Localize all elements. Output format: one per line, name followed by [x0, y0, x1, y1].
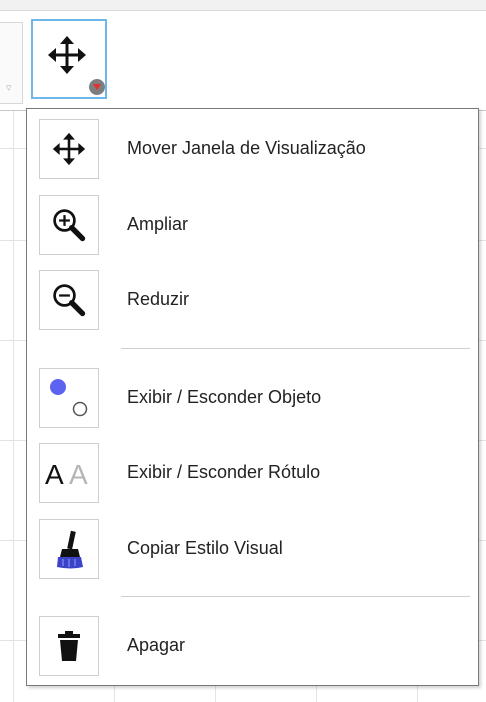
move-graphics-view-icon	[48, 36, 86, 74]
menu-item-label: Reduzir	[127, 289, 190, 309]
menu-item-copy-visual-style[interactable]: Copiar Estilo Visual	[27, 514, 478, 584]
copy-visual-style-icon	[57, 530, 83, 569]
menu-item-show-hide-object[interactable]: Exibir / Esconder Objeto	[27, 363, 478, 433]
menu-item-move-graphics-view[interactable]: Mover Janela de Visualização	[27, 114, 478, 184]
menu-item-zoom-out[interactable]: Reduzir	[27, 265, 478, 335]
menu-icon-box	[39, 119, 99, 179]
menu-item-label: Exibir / Esconder Objeto	[127, 387, 322, 407]
svg-text:A: A	[69, 459, 88, 490]
menu-icon-box: A A	[39, 443, 99, 503]
menu-item-label: Exibir / Esconder Rótulo	[127, 462, 321, 482]
menu-icon-box	[39, 519, 99, 579]
toolbar-top-border	[0, 0, 486, 11]
toolbar: ▿	[0, 0, 486, 111]
menu-item-label: Apagar	[127, 635, 186, 655]
delete-icon	[58, 631, 80, 661]
move-graphics-view-icon	[52, 132, 86, 166]
menu-icon-box	[39, 195, 99, 255]
menu-separator	[121, 596, 470, 597]
menu-icon-box	[39, 270, 99, 330]
show-hide-label-icon: A A	[45, 459, 88, 490]
dropdown-triangle-icon[interactable]	[89, 79, 105, 95]
move-graphics-view-tool-button[interactable]	[31, 19, 107, 99]
menu-item-label: Copiar Estilo Visual	[127, 538, 283, 558]
menu-separator	[121, 348, 470, 349]
dropdown-arrow-icon: ▿	[6, 82, 12, 94]
svg-text:A: A	[45, 459, 64, 490]
menu-item-delete[interactable]: Apagar	[27, 611, 478, 681]
menu-icon-box	[39, 616, 99, 676]
menu-icon-box	[39, 368, 99, 428]
show-hide-object-icon	[50, 379, 88, 417]
menu-item-zoom-in[interactable]: Ampliar	[27, 190, 478, 260]
previous-tool-button[interactable]: ▿	[0, 22, 23, 104]
menu-item-show-hide-label[interactable]: A A Exibir / Esconder Rótulo	[27, 438, 478, 508]
zoom-in-icon	[53, 209, 86, 242]
tool-dropdown-menu: Mover Janela de Visualização Ampliar Red…	[26, 108, 479, 686]
menu-item-label: Mover Janela de Visualização	[127, 138, 366, 158]
menu-item-label: Ampliar	[127, 214, 189, 234]
zoom-out-icon	[53, 284, 86, 317]
